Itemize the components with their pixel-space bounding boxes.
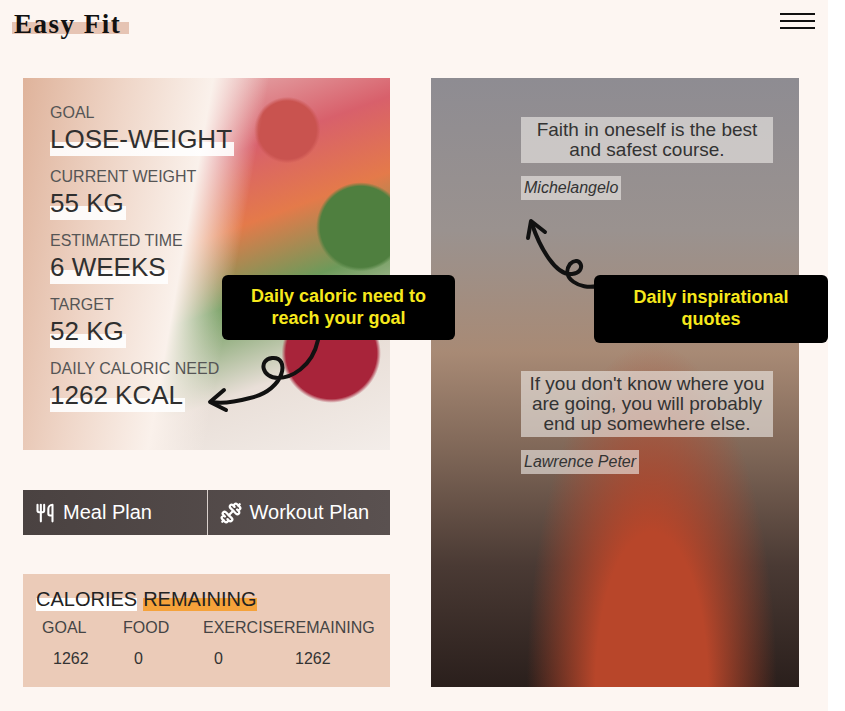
quotes-panel: Faith in oneself is the best and safest … [431,78,799,687]
left-column: GOALLOSE-WEIGHTCURRENT WEIGHT55 KGESTIMA… [23,78,390,687]
calories-value: 0 [123,650,203,668]
quote-text: Faith in oneself is the best and safest … [521,117,773,163]
calories-value: 1262 [284,650,380,668]
calories-column: EXERCISE 0 [203,619,284,668]
calories-column: FOOD 0 [123,619,203,668]
title-text: CALORIES [36,588,137,611]
page: Easy FitGOALLOSE-WEIGHTCURRENT WEIGHT55 … [0,0,828,711]
plan-button[interactable]: Meal Plan [23,490,207,535]
field-value: LOSE-WEIGHT [50,122,234,156]
plan-button-label: Workout Plan [250,501,370,524]
plan-button[interactable]: Workout Plan [207,490,391,535]
logo[interactable]: Easy Fit [12,9,129,40]
arrows-icon [0,78,828,711]
calories-value: 0 [203,650,284,668]
calories-value: 1262 [42,650,123,668]
main: GOALLOSE-WEIGHTCURRENT WEIGHT55 KGESTIMA… [0,78,828,687]
goal-card: GOALLOSE-WEIGHT CURRENT WEIGHT55 KG ESTIMA… [23,78,390,450]
menu-icon[interactable] [780,9,815,29]
dumbbell-icon [220,502,242,524]
quote-author: Michelangelo [521,176,621,200]
calories-table: GOAL1262FOOD0EXERCISE0REMAINING1262 [36,619,380,668]
calories-label: GOAL [42,619,123,637]
calories-card: CALORIESREMAININGGOAL1262FOOD0EXERCISE0R… [23,574,390,687]
field-label: ESTIMATED TIME [50,232,370,250]
annotation-callout: Daily caloric need to reach your goal [222,275,455,340]
annotation-callout: Daily inspirational quotes [594,275,828,343]
plan-button-label: Meal Plan [63,501,152,524]
field-value: 1262 KCAL [50,378,185,412]
title-highlight: REMAINING [143,588,256,611]
quote-text: If you don't know where you are going, y… [521,371,773,437]
calories-label: FOOD [123,619,203,637]
header: Easy Fit [0,0,828,78]
calories-label: EXERCISE [203,619,284,637]
plan-buttons: Meal Plan Workout Plan [23,490,390,535]
calories-column: REMAINING 1262 [284,619,380,668]
calories-label: REMAINING [284,619,380,637]
field-label: GOAL [50,104,370,122]
field-label: CURRENT WEIGHT [50,168,370,186]
utensils-icon [35,503,55,523]
field-value: 55 KG [50,186,126,220]
field-value: 6 WEEKS [50,250,168,284]
field-value: 52 KG [50,314,126,348]
field-label: DAILY CALORIC NEED [50,360,370,378]
quote-author: Lawrence Peter [521,450,639,474]
calories-column: GOAL 1262 [42,619,123,668]
calories-title: CALORIES REMAINING [36,588,380,611]
